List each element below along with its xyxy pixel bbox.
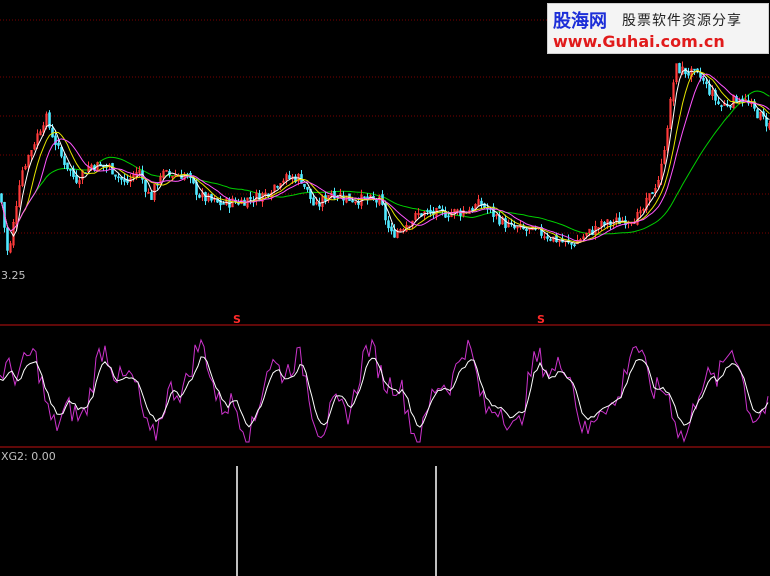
candle-body: [429, 209, 432, 213]
watermark-brand: 股海网: [553, 11, 607, 32]
candle-body: [549, 239, 552, 241]
oscillator-signal-line: [0, 356, 769, 428]
xg2-panel: [236, 466, 437, 576]
stock-chart: 3.25 S S XG2: 0.00: [0, 19, 770, 576]
candle-body: [699, 72, 702, 78]
candle-body: [288, 175, 291, 180]
candle-body: [66, 162, 69, 170]
candle-body: [117, 176, 120, 179]
candle-body: [198, 194, 201, 198]
signal-marker-2: S: [537, 313, 545, 326]
chart-window: 3.25 S S XG2: 0.00 股海网 股票软件资源分享 www.Guha…: [0, 0, 770, 576]
candle-body: [144, 179, 147, 192]
candle-body: [312, 197, 315, 206]
candle-body: [717, 101, 720, 104]
oscillator-line: [0, 338, 769, 443]
candle-body: [63, 156, 66, 165]
candle-body: [546, 236, 549, 239]
candle-body: [375, 199, 378, 203]
candle-body: [447, 215, 450, 218]
candle-body: [150, 191, 153, 200]
candle-body: [57, 142, 60, 146]
candle-body: [303, 183, 306, 187]
candle-body: [687, 72, 690, 76]
candle-body: [249, 197, 252, 200]
watermark-logo: 股海网 股票软件资源分享 www.Guhai.com.cn: [547, 3, 769, 54]
candle-body: [492, 206, 495, 217]
signal-marker-1: S: [233, 313, 241, 326]
watermark-slogan: 股票软件资源分享: [622, 13, 742, 29]
candle-body: [708, 83, 711, 95]
candle-body: [351, 200, 354, 203]
candle-body: [0, 193, 3, 203]
candle-body: [570, 243, 573, 245]
indicator-label: XG2: 0.00: [1, 450, 56, 463]
candle-body: [702, 78, 705, 81]
candle-body: [69, 168, 72, 171]
candle-body: [693, 68, 696, 71]
candle-body: [573, 244, 576, 247]
candle-body: [393, 229, 396, 238]
watermark-url: www.Guhai.com.cn: [553, 32, 725, 51]
candle-body: [123, 179, 126, 182]
candle-body: [438, 206, 441, 209]
candle-body: [6, 227, 9, 251]
candle-body: [222, 203, 225, 205]
candle-body: [276, 186, 279, 188]
candle-body: [678, 63, 681, 74]
candle-body: [390, 226, 393, 232]
candle-body: [651, 192, 654, 195]
oscillator-panel: [0, 338, 769, 443]
candle-body: [363, 196, 366, 199]
candle-body: [426, 210, 429, 212]
candle-body: [75, 175, 78, 183]
candle-body: [525, 228, 528, 232]
candle-body: [756, 109, 759, 119]
candle-body: [729, 105, 732, 108]
candle-body: [705, 81, 708, 85]
candle-body: [114, 174, 117, 177]
candle-body: [720, 105, 723, 107]
low-price-label: 3.25: [1, 269, 26, 282]
candle-body: [99, 163, 102, 166]
candle-body: [387, 220, 390, 229]
candle-body: [306, 186, 309, 190]
